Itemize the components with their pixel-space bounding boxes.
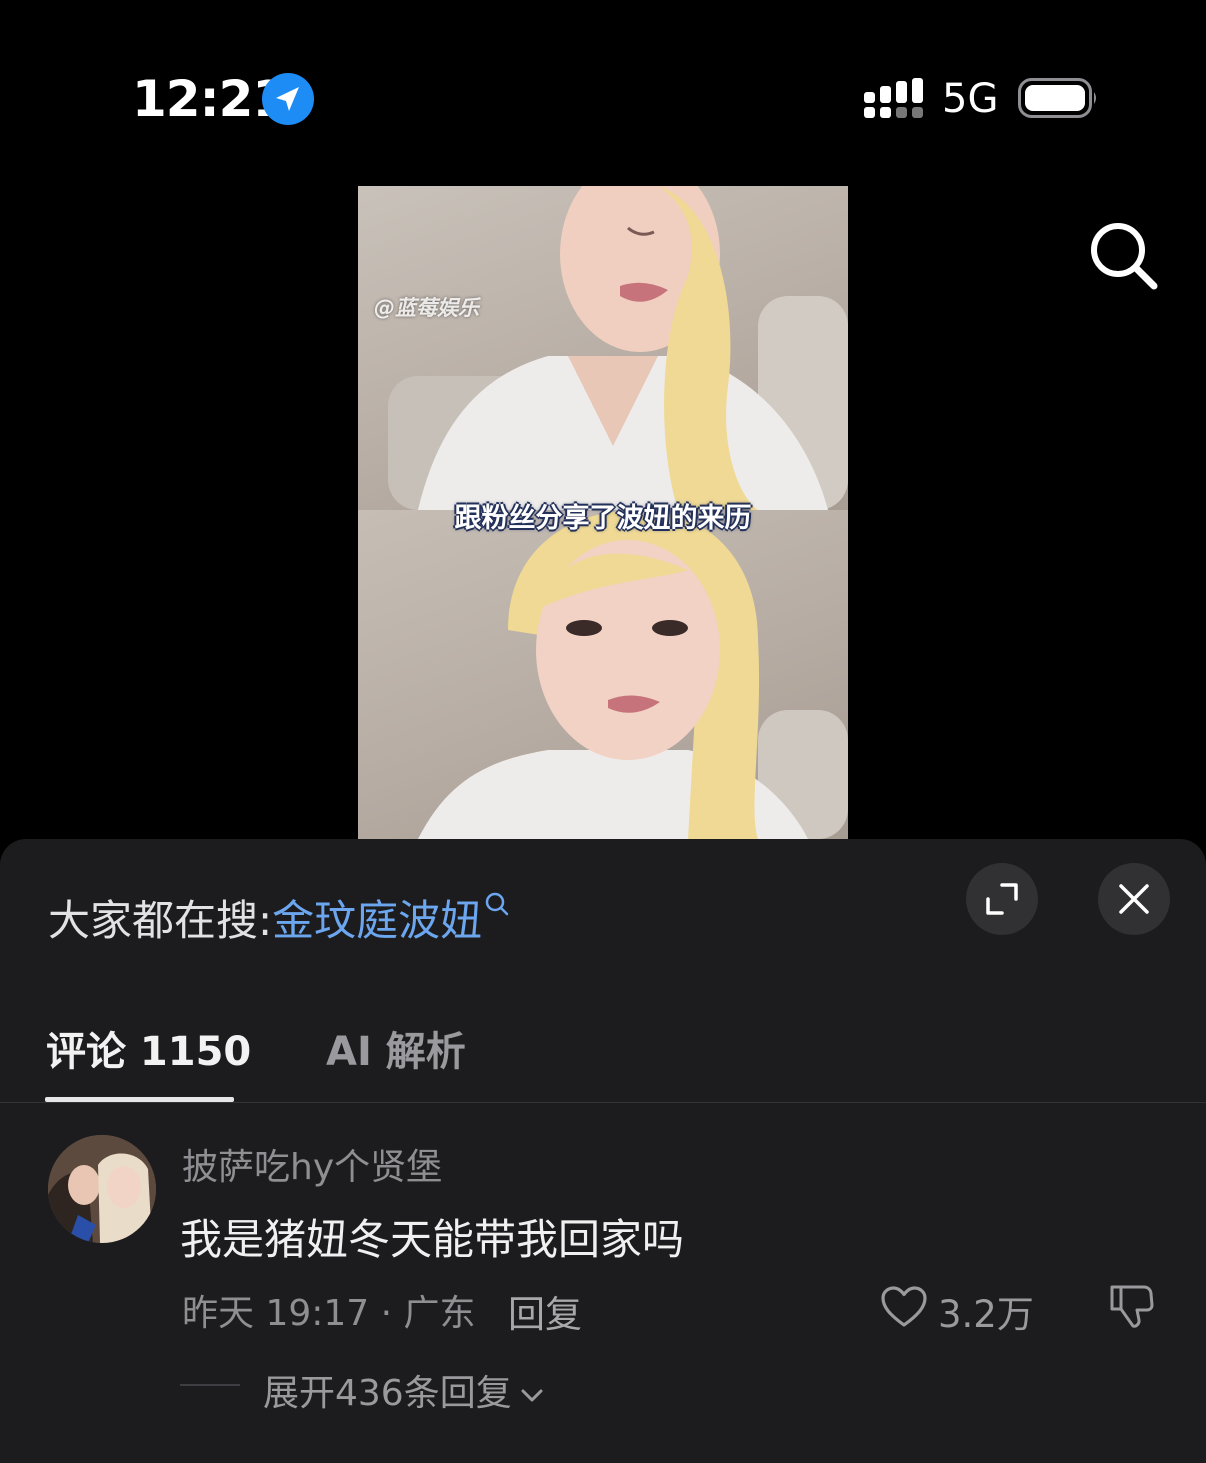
- comment-text: 我是猪妞冬天能带我回家吗: [180, 1215, 685, 1264]
- comment-time-location: 昨天 19:17 · 广东: [182, 1293, 476, 1334]
- trending-term-link[interactable]: 金玟庭波妞: [272, 896, 482, 945]
- search-icon: [485, 892, 509, 916]
- video-player[interactable]: @蓝莓娱乐 跟粉丝分享了波妞的来历: [358, 186, 848, 839]
- chevron-down-icon: [521, 1389, 543, 1402]
- heart-icon: [881, 1286, 927, 1327]
- close-icon: [1119, 884, 1149, 914]
- expand-button[interactable]: [966, 863, 1038, 935]
- dislike-button[interactable]: [1108, 1281, 1156, 1331]
- like-count: 3.2万: [938, 1293, 1034, 1336]
- tab-ai-analysis[interactable]: AI 解析: [326, 1019, 466, 1077]
- video-frame-bottom: [358, 510, 848, 839]
- video-scene-top: [388, 186, 848, 510]
- video-watermark: @蓝莓娱乐: [374, 296, 479, 320]
- location-arrow-icon: [262, 73, 314, 125]
- comment-item: 披萨吃hy个贤堡 我是猪妞冬天能带我回家吗 昨天 19:17 · 广东 回复 3…: [0, 1103, 1206, 1463]
- divider: [180, 1384, 240, 1386]
- battery-icon: [1018, 78, 1098, 118]
- expand-replies-button[interactable]: 展开436条回复: [263, 1364, 546, 1416]
- expand-icon: [986, 883, 1018, 915]
- reply-button[interactable]: 回复: [508, 1284, 582, 1338]
- trending-prefix: 大家都在搜:: [48, 896, 273, 945]
- expand-replies-label: 展开436条回复: [263, 1373, 512, 1414]
- comments-sheet: 大家都在搜:金玟庭波妞 评论 1150 AI 解析 披萨吃hy个贤堡 我是猪妞冬…: [0, 839, 1206, 1463]
- comment-username[interactable]: 披萨吃hy个贤堡: [182, 1138, 442, 1190]
- dislike-icon: [1110, 1285, 1154, 1328]
- signal-icon: [864, 78, 926, 118]
- search-icon[interactable]: [1088, 220, 1160, 292]
- video-frame-top: @蓝莓娱乐: [358, 186, 848, 510]
- video-subtitle: 跟粉丝分享了波妞的来历: [454, 503, 752, 534]
- video-scene-bottom: [418, 510, 848, 839]
- trending-search[interactable]: 大家都在搜:金玟庭波妞: [48, 887, 510, 948]
- close-button[interactable]: [1098, 863, 1170, 935]
- avatar[interactable]: [48, 1135, 156, 1243]
- network-type: 5G: [942, 76, 999, 122]
- tab-comments[interactable]: 评论 1150: [46, 1019, 251, 1077]
